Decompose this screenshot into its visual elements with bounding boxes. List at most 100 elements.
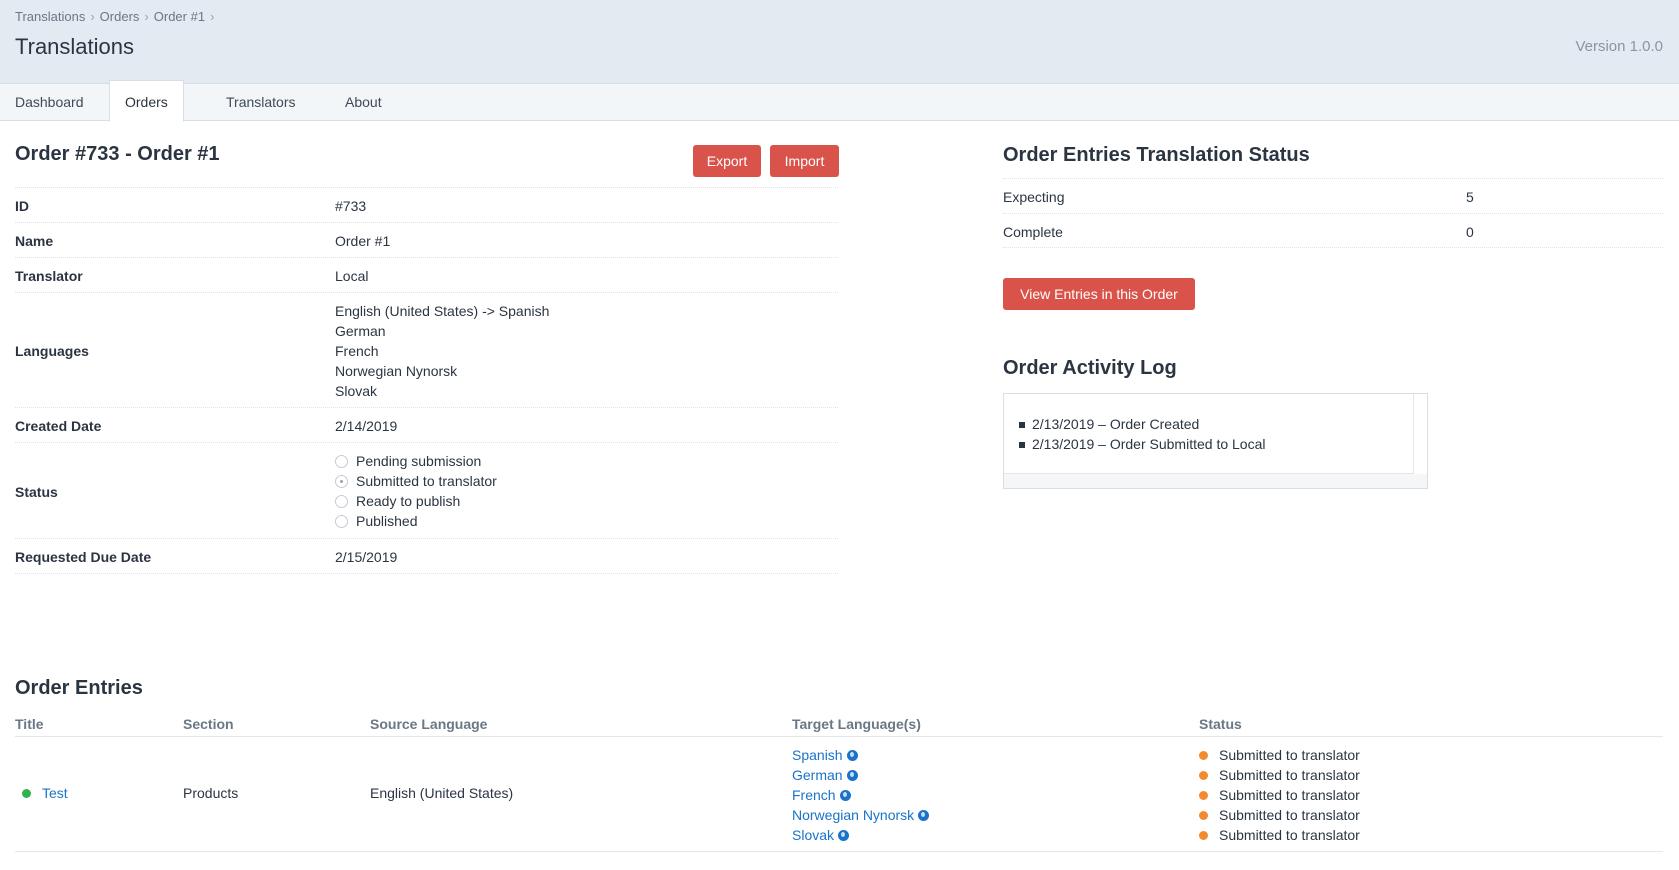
status-option-pending[interactable]: Pending submission <box>335 451 497 471</box>
status-row-expecting: Expecting 5 <box>1003 178 1663 213</box>
id-label: ID <box>15 198 29 214</box>
status-dot-icon <box>1199 831 1208 840</box>
languages-label: Languages <box>15 343 89 359</box>
entry-title-cell: Test <box>22 785 68 801</box>
globe-icon[interactable] <box>918 810 930 821</box>
activity-log-box[interactable]: 2/13/2019 – Order Created 2/13/2019 – Or… <box>1003 393 1428 489</box>
name-value: Order #1 <box>335 233 391 249</box>
entry-statuses: Submitted to translator Submitted to tra… <box>1199 745 1360 845</box>
entry-section: Products <box>183 785 239 801</box>
header: Translations › Orders › Order #1 › Translatio… <box>0 0 1679 84</box>
breadcrumb-separator-icon: › <box>90 9 95 24</box>
tab-orders[interactable]: Orders <box>109 80 184 122</box>
status-dot-icon <box>1199 811 1208 820</box>
target-language-link[interactable]: German <box>792 767 843 783</box>
detail-row-id: ID #733 <box>15 187 838 223</box>
status-option-label: Pending submission <box>356 453 482 469</box>
export-button[interactable]: Export <box>693 145 761 177</box>
status-dot-icon <box>22 789 31 798</box>
entry-status-text: Submitted to translator <box>1219 787 1360 803</box>
target-language-link[interactable]: French <box>792 787 836 803</box>
tab-bar: Dashboard Orders Translators About <box>0 80 1679 122</box>
table-row-divider <box>15 851 1663 852</box>
column-header-section[interactable]: Section <box>183 716 234 732</box>
entry-source-language: English (United States) <box>370 785 514 801</box>
entry-title-link[interactable]: Test <box>42 785 68 801</box>
status-dot-icon <box>1199 771 1208 780</box>
tab-translators[interactable]: Translators <box>211 84 311 121</box>
order-heading: Order #733 - Order #1 <box>15 143 220 165</box>
translator-label: Translator <box>15 268 83 284</box>
language-item: French <box>335 343 379 359</box>
globe-icon[interactable] <box>839 790 851 801</box>
activity-log-text: 2/13/2019 – Order Submitted to Local <box>1032 436 1266 452</box>
target-language-link[interactable]: Norwegian Nynorsk <box>792 807 914 823</box>
globe-icon[interactable] <box>846 770 858 781</box>
status-option-label: Submitted to translator <box>356 473 497 489</box>
globe-icon[interactable] <box>838 830 850 841</box>
bullet-icon <box>1019 442 1025 448</box>
tab-dashboard[interactable]: Dashboard <box>0 84 99 121</box>
radio-button[interactable] <box>335 494 348 508</box>
language-item: Slovak <box>335 383 378 399</box>
breadcrumb-separator-icon: › <box>210 9 215 24</box>
tab-about[interactable]: About <box>330 84 397 121</box>
due-date-label: Requested Due Date <box>15 549 152 565</box>
expecting-label: Expecting <box>1003 189 1065 205</box>
globe-icon[interactable] <box>846 750 858 761</box>
language-item: English (United States) -> Spanish <box>335 303 550 319</box>
order-entries-heading: Order Entries <box>15 677 143 699</box>
column-header-title[interactable]: Title <box>15 716 44 732</box>
column-header-target-languages[interactable]: Target Language(s) <box>792 716 921 732</box>
activity-log-list: 2/13/2019 – Order Created 2/13/2019 – Or… <box>1004 394 1414 474</box>
entry-status-text: Submitted to translator <box>1219 767 1360 783</box>
status-dot-icon <box>1199 751 1208 760</box>
entry-status-text: Submitted to translator <box>1219 807 1360 823</box>
status-option-published[interactable]: Published <box>335 511 497 531</box>
view-entries-button[interactable]: View Entries in this Order <box>1003 278 1195 310</box>
status-option-submitted[interactable]: Submitted to translator <box>335 471 497 491</box>
status-option-label: Published <box>356 513 418 529</box>
breadcrumb: Translations › Orders › Order #1 › <box>15 9 219 24</box>
status-row-complete: Complete 0 <box>1003 213 1663 248</box>
status-option-ready[interactable]: Ready to publish <box>335 491 497 511</box>
version-label: Version 1.0.0 <box>1575 38 1663 55</box>
detail-row-due-date: Requested Due Date 2/15/2019 <box>15 538 838 574</box>
page-title: Translations <box>15 34 135 59</box>
detail-row-created: Created Date 2/14/2019 <box>15 407 838 443</box>
id-value: #733 <box>335 198 367 214</box>
status-radio-group: Pending submission Submitted to translat… <box>335 451 497 531</box>
activity-log-item: 2/13/2019 – Order Created <box>1019 416 1200 432</box>
detail-row-languages: Languages English (United States) -> Spa… <box>15 292 838 408</box>
activity-log-item: 2/13/2019 – Order Submitted to Local <box>1019 436 1266 452</box>
status-option-label: Ready to publish <box>356 493 461 509</box>
activity-log-text: 2/13/2019 – Order Created <box>1032 416 1200 432</box>
due-date-value: 2/15/2019 <box>335 549 398 565</box>
breadcrumb-translations[interactable]: Translations <box>15 9 85 24</box>
expecting-value: 5 <box>1466 189 1474 205</box>
radio-button[interactable] <box>335 514 348 528</box>
created-date-value: 2/14/2019 <box>335 418 398 434</box>
radio-button-checked[interactable] <box>335 474 348 488</box>
radio-button[interactable] <box>335 454 348 468</box>
created-date-label: Created Date <box>15 418 102 434</box>
language-item: Norwegian Nynorsk <box>335 363 458 379</box>
status-dot-icon <box>1199 791 1208 800</box>
translation-status-heading: Order Entries Translation Status <box>1003 144 1310 166</box>
complete-value: 0 <box>1466 224 1474 240</box>
breadcrumb-order[interactable]: Order #1 <box>154 9 205 24</box>
target-language-link[interactable]: Slovak <box>792 827 834 843</box>
column-header-source-language[interactable]: Source Language <box>370 716 487 732</box>
import-button[interactable]: Import <box>770 145 839 177</box>
column-header-status[interactable]: Status <box>1199 716 1242 732</box>
name-label: Name <box>15 233 54 249</box>
status-label: Status <box>15 484 58 500</box>
entry-status-text: Submitted to translator <box>1219 747 1360 763</box>
breadcrumb-orders[interactable]: Orders <box>100 9 140 24</box>
target-language-link[interactable]: Spanish <box>792 747 843 763</box>
breadcrumb-separator-icon: › <box>144 9 149 24</box>
entry-status-text: Submitted to translator <box>1219 827 1360 843</box>
table-header-divider <box>15 736 1663 737</box>
detail-row-translator: Translator Local <box>15 257 838 293</box>
activity-log-scrollbar[interactable] <box>1004 474 1427 488</box>
